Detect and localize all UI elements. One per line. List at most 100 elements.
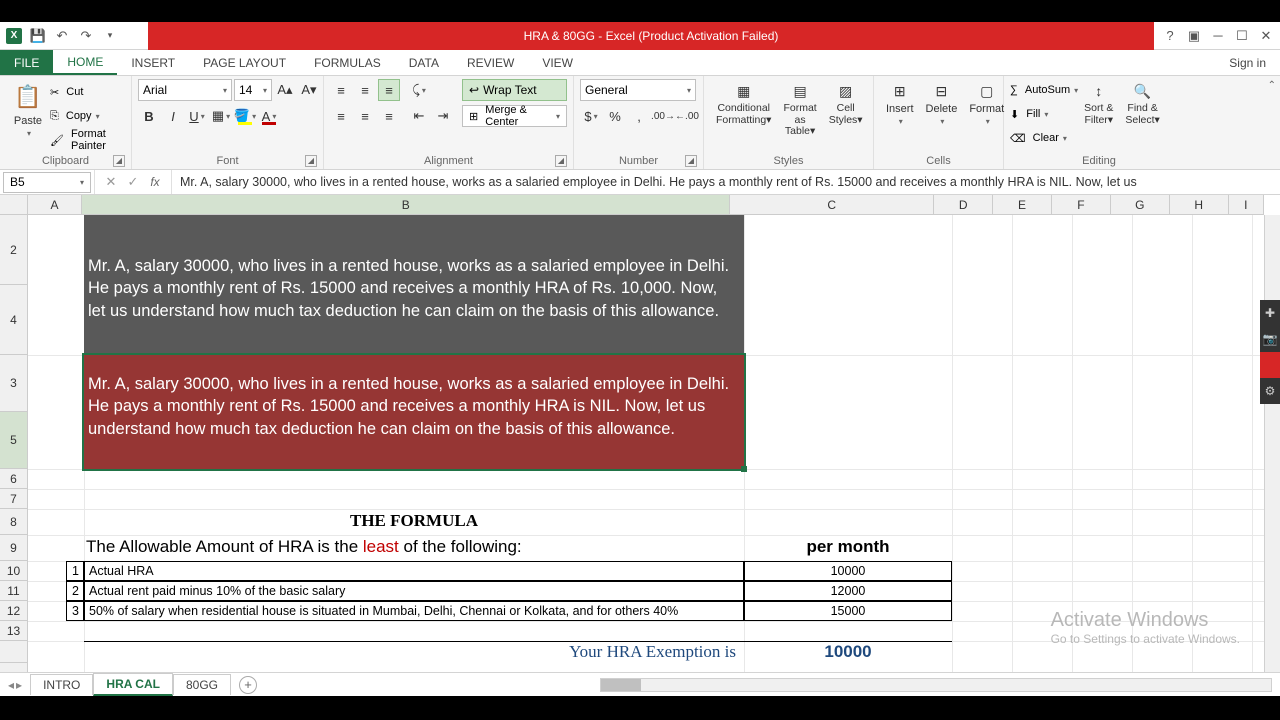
cell-subtitle[interactable]: The Allowable Amount of HRA is the least… (84, 535, 744, 557)
col-header-a[interactable]: A (28, 195, 83, 214)
font-name-combo[interactable]: Arial▾ (138, 79, 232, 101)
align-middle-button[interactable]: ≡ (354, 79, 376, 101)
borders-button[interactable]: ▦▾ (210, 105, 232, 127)
wrap-text-button[interactable]: ↩Wrap Text (462, 79, 567, 101)
collapse-ribbon-button[interactable]: ⌃ (1268, 80, 1276, 91)
gear-icon[interactable]: ⚙ (1260, 378, 1280, 404)
review-tab[interactable]: REVIEW (453, 50, 528, 75)
cell-c11[interactable]: 12000 (744, 581, 952, 601)
font-color-button[interactable]: A▾ (258, 105, 280, 127)
row-header[interactable]: 3 (0, 355, 27, 412)
view-tab[interactable]: VIEW (528, 50, 587, 75)
cell-styles-button[interactable]: ▨CellStyles▾ (823, 79, 869, 128)
save-button[interactable]: 💾 (30, 28, 46, 44)
increase-font-button[interactable]: A▴ (274, 79, 296, 101)
cancel-formula-button[interactable]: ✕ (101, 172, 121, 192)
undo-button[interactable]: ↶ (54, 28, 70, 44)
format-as-table-button[interactable]: ▤Format asTable▾ (777, 79, 822, 140)
record-icon[interactable] (1260, 352, 1280, 378)
minimize-button[interactable]: ─ (1210, 28, 1226, 44)
alignment-launcher[interactable]: ◢ (555, 155, 567, 167)
ribbon-options-button[interactable]: ▣ (1186, 28, 1202, 44)
conditional-formatting-button[interactable]: ▦ConditionalFormatting▾ (710, 79, 777, 128)
col-header-e[interactable]: E (993, 195, 1052, 214)
increase-indent-button[interactable]: ⇥ (432, 105, 454, 127)
underline-button[interactable]: U▾ (186, 105, 208, 127)
cell-exemption-value[interactable]: 10000 (744, 641, 952, 663)
accounting-format-button[interactable]: $▾ (580, 105, 602, 127)
percent-button[interactable]: % (604, 105, 626, 127)
prev-sheet-button[interactable]: ◂ (8, 678, 14, 692)
italic-button[interactable]: I (162, 105, 184, 127)
font-size-combo[interactable]: 14▾ (234, 79, 272, 101)
row-header[interactable]: 12 (0, 601, 27, 621)
close-button[interactable]: ✕ (1258, 28, 1274, 44)
qat-customize-icon[interactable]: ▾ (102, 28, 118, 44)
bold-button[interactable]: B (138, 105, 160, 127)
insert-cells-button[interactable]: ⊞Insert▾ (880, 79, 920, 128)
row-header[interactable] (0, 641, 27, 663)
copy-button[interactable]: ⎘ Copy▾ (50, 105, 125, 127)
align-top-button[interactable]: ≡ (330, 79, 352, 101)
formulas-tab[interactable]: FORMULAS (300, 50, 395, 75)
cell-b12[interactable]: 50% of salary when residential house is … (84, 601, 744, 621)
select-all-corner[interactable] (0, 195, 28, 214)
cell-formula-title[interactable]: THE FORMULA (84, 509, 744, 531)
comma-button[interactable]: , (628, 105, 650, 127)
col-header-d[interactable]: D (934, 195, 993, 214)
delete-cells-button[interactable]: ⊟Delete▾ (920, 79, 964, 128)
fill-color-button[interactable]: 🪣▾ (234, 105, 256, 127)
cell-per-month[interactable]: per month (744, 535, 952, 557)
clipboard-launcher[interactable]: ◢ (113, 155, 125, 167)
cell-c10[interactable]: 10000 (744, 561, 952, 581)
row-header[interactable]: 13 (0, 621, 27, 641)
cell-exemption-label[interactable]: Your HRA Exemption is (84, 641, 744, 663)
col-header-c[interactable]: C (730, 195, 934, 214)
row-header[interactable]: 6 (0, 469, 27, 489)
font-launcher[interactable]: ◢ (305, 155, 317, 167)
row-header[interactable]: 9 (0, 535, 27, 561)
clear-button[interactable]: ⌫ Clear▾ (1010, 127, 1078, 149)
decrease-decimal-button[interactable]: ←.00 (676, 105, 698, 127)
row-headers[interactable]: 2 4 3 5 6 7 8 9 10 11 12 13 (0, 215, 28, 672)
data-tab[interactable]: DATA (395, 50, 453, 75)
number-format-combo[interactable]: General▾ (580, 79, 696, 101)
side-tool-icon[interactable]: ✚ (1260, 300, 1280, 326)
cell-b5-selected[interactable]: Mr. A, salary 30000, who lives in a rent… (84, 355, 744, 469)
file-tab[interactable]: FILE (0, 50, 53, 75)
row-header[interactable]: 10 (0, 561, 27, 581)
cell-c12[interactable]: 15000 (744, 601, 952, 621)
fill-handle[interactable] (741, 466, 747, 472)
sign-in-link[interactable]: Sign in (1215, 50, 1280, 75)
align-left-button[interactable]: ≡ (330, 105, 352, 127)
row-header[interactable]: 7 (0, 489, 27, 509)
format-painter-button[interactable]: 🖌 Format Painter (50, 129, 125, 151)
enter-formula-button[interactable]: ✓ (123, 172, 143, 192)
sheet-tab-hra-cal[interactable]: HRA CAL (93, 673, 173, 696)
fill-button[interactable]: ⬇ Fill▾ (1010, 103, 1078, 125)
col-header-b[interactable]: B (82, 195, 730, 214)
side-toolbar[interactable]: ✚ 📷 ⚙ (1260, 300, 1280, 404)
col-header-i[interactable]: I (1229, 195, 1264, 214)
find-select-button[interactable]: 🔍Find &Select▾ (1119, 79, 1165, 128)
autosum-button[interactable]: ∑ AutoSum▾ (1010, 79, 1078, 101)
page-layout-tab[interactable]: PAGE LAYOUT (189, 50, 300, 75)
sort-filter-button[interactable]: ↕Sort &Filter▾ (1078, 79, 1119, 128)
vertical-scrollbar[interactable] (1264, 215, 1280, 672)
worksheet[interactable]: A B C D E F G H I 2 4 3 5 6 7 8 9 10 11 … (0, 195, 1280, 672)
row-header[interactable]: 8 (0, 509, 27, 535)
row-header[interactable]: 2 (0, 215, 27, 285)
cell-b11[interactable]: Actual rent paid minus 10% of the basic … (84, 581, 744, 601)
decrease-indent-button[interactable]: ⇤ (408, 105, 430, 127)
horizontal-scrollbar[interactable] (600, 678, 1272, 692)
cell-a11[interactable]: 2 (66, 581, 84, 601)
column-headers[interactable]: A B C D E F G H I (0, 195, 1264, 215)
align-right-button[interactable]: ≡ (378, 105, 400, 127)
name-box[interactable]: B5▾ (3, 172, 91, 193)
col-header-h[interactable]: H (1170, 195, 1229, 214)
col-header-f[interactable]: F (1052, 195, 1111, 214)
fx-button[interactable]: fx (145, 172, 165, 192)
orientation-button[interactable]: ⤹▾ (408, 79, 430, 101)
row-header[interactable]: 4 (0, 285, 27, 355)
redo-button[interactable]: ↷ (78, 28, 94, 44)
